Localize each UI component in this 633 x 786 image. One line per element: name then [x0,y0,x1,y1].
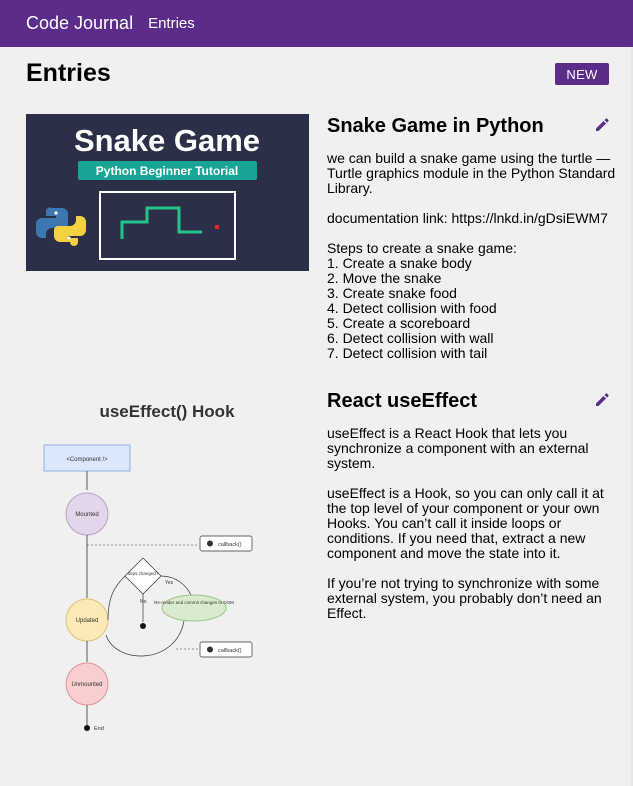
brand-logo-text[interactable]: Code Journal [26,13,133,34]
step-item: 5. Create a scoreboard [327,315,471,331]
steps-heading: Steps to create a snake game: [327,240,517,256]
entry-body-snake-game: we can build a snake game using the turt… [327,151,617,361]
entry-paragraph: useEffect is a Hook, so you can only cal… [327,485,604,561]
entry-paragraph: we can build a snake game using the turt… [327,150,616,196]
unmounted-label: Unmounted [71,682,102,688]
step-item: 6. Detect collision with wall [327,330,494,346]
mounted-label: Mounted [75,512,98,518]
step-item: 7. Detect collision with tail [327,345,488,361]
step-item: 1. Create a snake body [327,255,472,271]
page-title: Entries [26,59,111,87]
snake-game-thumbnail: Snake Game Python Beginner Tutorial [26,114,309,271]
entry-image-snake-game: Snake Game Python Beginner Tutorial [26,114,309,271]
rerender-label: Re-render and commit changes to DOM [154,600,234,605]
snake-food [215,225,219,229]
diagram-title: useEffect() Hook [99,402,235,421]
useeffect-diagram: useEffect() Hook <Component /> Mounted c… [43,402,253,732]
step-item: 3. Create snake food [327,285,457,301]
entry-image-useeffect: useEffect() Hook <Component /> Mounted c… [26,390,309,740]
entry-paragraph: useEffect is a React Hook that lets you … [327,425,589,471]
navbar: Code Journal Entries [0,0,633,47]
pencil-icon[interactable] [594,392,610,408]
yes-label: Yes [165,580,174,586]
deps-changed-label: deps changed? [128,571,159,576]
new-entry-button[interactable]: NEW [555,63,609,85]
entry-paragraph-link: documentation link: https://lnkd.in/gDsi… [327,210,608,226]
snake-image-headline: Snake Game [74,123,260,158]
callback-label-2: callback() [218,648,242,654]
end-label: End [94,726,104,732]
snake-image-subtitle: Python Beginner Tutorial [96,164,238,178]
nav-link-entries[interactable]: Entries [148,15,195,32]
step-item: 4. Detect collision with food [327,300,497,316]
updated-label: Updated [76,618,99,624]
entry-title-snake-game: Snake Game in Python [327,115,544,137]
entry-title-useeffect: React useEffect [327,390,478,412]
entry-body-useeffect: useEffect is a React Hook that lets you … [327,426,617,621]
pencil-icon[interactable] [594,117,610,133]
callback-label-1: callback() [218,542,242,548]
no-label: No [140,599,147,605]
step-item: 2. Move the snake [327,270,442,286]
component-box-label: <Component /> [66,457,108,463]
entry-paragraph: If you’re not trying to synchronize with… [327,575,602,621]
